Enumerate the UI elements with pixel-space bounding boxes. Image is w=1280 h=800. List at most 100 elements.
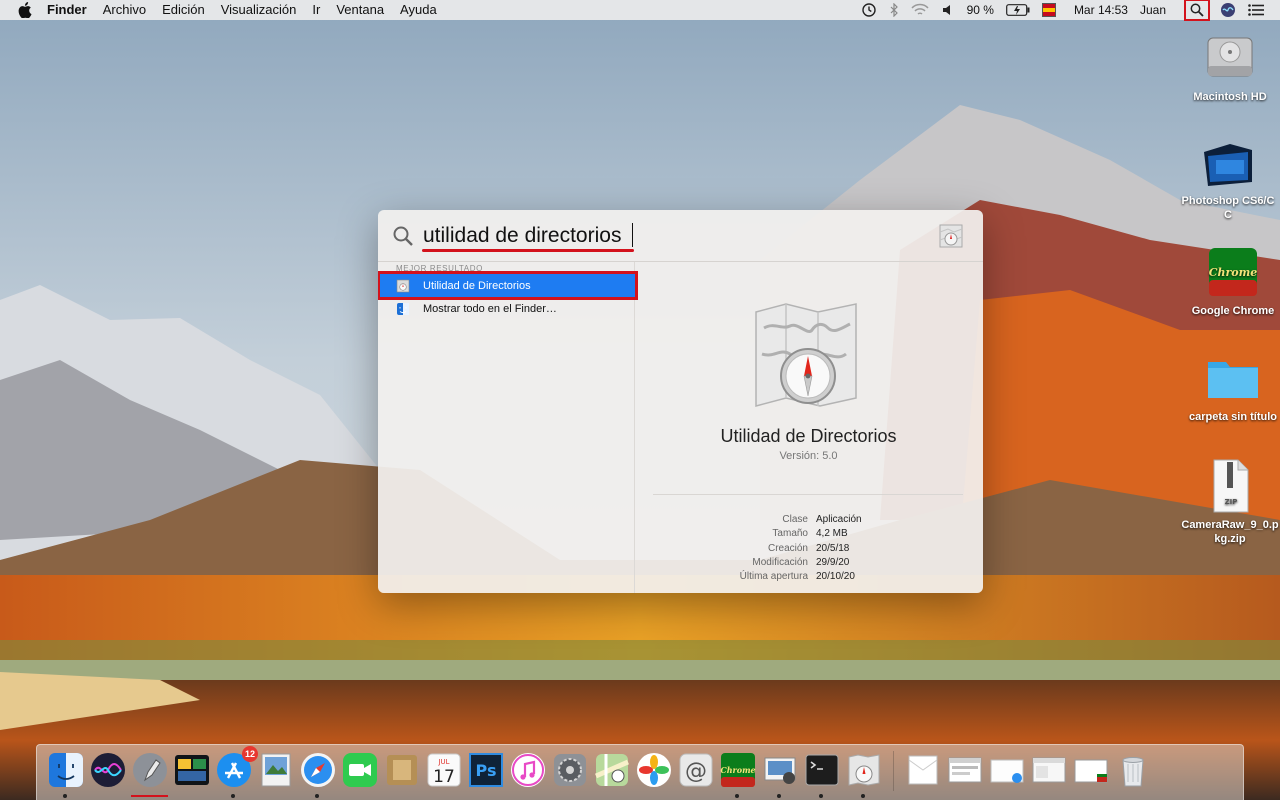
desktop-icon-photoshop[interactable]: Photoshop CS6/CC — [1178, 134, 1278, 222]
dock-siri[interactable] — [89, 751, 126, 788]
dock-image-capture[interactable] — [761, 751, 798, 798]
chrome-dock-text: Chrome — [720, 765, 755, 775]
finder-icon — [48, 752, 83, 787]
siri-icon[interactable] — [1214, 0, 1242, 20]
menu-edicion[interactable]: Edición — [154, 0, 213, 20]
running-indicator — [231, 794, 235, 798]
dock-notefile[interactable] — [383, 751, 420, 788]
metadata-row-tamano: Tamaño 4,2 MB — [635, 527, 982, 541]
mail-icon: @ — [679, 753, 712, 786]
dock-screens[interactable] — [173, 751, 210, 788]
directory-utility-icon — [848, 753, 879, 786]
metadata-row-clase: Clase Aplicación — [635, 513, 982, 527]
metadata-key: Creación — [767, 542, 808, 554]
dock-facetime[interactable] — [341, 751, 378, 788]
spotlight-search-input[interactable] — [423, 220, 843, 251]
metadata-key: Tamaño — [772, 528, 808, 540]
trash-icon — [1121, 756, 1144, 786]
dock-trash[interactable] — [1114, 751, 1151, 788]
dock-app-store[interactable]: 12 — [215, 746, 258, 798]
clock[interactable]: Mar 14:53 — [1068, 0, 1134, 20]
preview-app-version: Versión: 5.0 — [779, 450, 838, 462]
metadata-row-modificacion: Modificación 29/9/20 — [635, 556, 982, 570]
desktop-icon-label: Google Chrome — [1191, 305, 1275, 317]
dock-photoshop[interactable]: Ps — [467, 751, 504, 788]
photos-icon — [636, 752, 671, 787]
metadata-value: 29/9/20 — [816, 556, 850, 568]
itunes-icon — [510, 752, 545, 787]
volume-icon[interactable] — [935, 0, 961, 20]
metadata-row-ultima-apertura: Última apertura 20/10/20 — [635, 570, 982, 584]
document-icon — [908, 755, 937, 784]
dock-chrome[interactable]: Chrome — [719, 751, 756, 798]
menu-visualizacion[interactable]: Visualización — [213, 0, 305, 20]
safari-icon — [300, 752, 335, 787]
desktop-icon-zip[interactable]: ZIP CameraRaw_9_0.pkg.zip — [1180, 458, 1280, 546]
dock-window-1[interactable] — [1030, 751, 1067, 788]
result-label: Utilidad de Directorios — [423, 279, 531, 292]
dock-document-2[interactable] — [988, 751, 1025, 788]
bluetooth-icon[interactable] — [883, 0, 905, 20]
dock-mail[interactable]: @ — [677, 751, 714, 788]
dock-calendar[interactable]: JUL 17 — [425, 751, 462, 788]
result-label: Mostrar todo en el Finder… — [423, 302, 557, 315]
user-name[interactable]: Juan — [1134, 0, 1172, 20]
menu-app-finder[interactable]: Finder — [47, 0, 95, 20]
calendar-day: 17 — [433, 767, 455, 787]
preview-divider — [653, 494, 963, 495]
apple-menu-icon[interactable] — [17, 2, 33, 18]
preview-icon — [261, 753, 290, 786]
spotlight-icon[interactable] — [1184, 0, 1210, 21]
metadata-value: 20/10/20 — [816, 571, 855, 583]
metadata-key: Última apertura — [739, 571, 808, 583]
battery-icon[interactable] — [1000, 0, 1036, 20]
desktop-icon-google-chrome[interactable]: Chrome Google Chrome — [1183, 244, 1280, 318]
menu-archivo[interactable]: Archivo — [95, 0, 154, 20]
facetime-icon — [342, 752, 377, 787]
dock-finder[interactable] — [47, 751, 84, 798]
metadata-value: 20/5/18 — [816, 542, 850, 554]
result-show-all-in-finder[interactable]: Mostrar todo en el Finder… — [378, 297, 634, 320]
dock-photos[interactable] — [635, 751, 672, 788]
menu-ventana[interactable]: Ventana — [328, 0, 392, 20]
dock-maps[interactable] — [593, 751, 630, 788]
metadata-row-creacion: Creación 20/5/18 — [635, 542, 982, 556]
wifi-icon[interactable] — [905, 0, 935, 20]
system-preferences-icon — [553, 753, 586, 786]
dock-safari[interactable] — [299, 751, 336, 798]
chrome-icon: Chrome — [1205, 244, 1261, 300]
directory-utility-icon — [755, 303, 857, 407]
terminal-icon — [805, 754, 838, 785]
spotlight-search-bar — [378, 210, 983, 262]
folder-icon — [1205, 350, 1261, 406]
menu-ir[interactable]: Ir — [304, 0, 328, 20]
desktop-icon-folder[interactable]: carpeta sin título — [1183, 350, 1280, 424]
dock-terminal[interactable] — [803, 751, 840, 798]
svg-text:@: @ — [685, 759, 707, 784]
dock-preview[interactable] — [257, 751, 294, 788]
running-indicator — [819, 794, 823, 798]
directory-utility-icon — [939, 224, 963, 248]
input-source-flag-icon[interactable] — [1036, 0, 1062, 20]
notification-center-icon[interactable] — [1242, 0, 1270, 20]
dock-system-preferences[interactable] — [551, 751, 588, 788]
dock-directory-utility[interactable] — [845, 751, 882, 798]
battery-percentage: 90 % — [966, 3, 994, 17]
dock-window-2[interactable] — [1072, 751, 1109, 788]
result-utilidad-de-directorios[interactable]: Utilidad de Directorios — [378, 271, 638, 300]
metadata-key: Modificación — [752, 556, 808, 568]
menu-ayuda[interactable]: Ayuda — [392, 0, 445, 20]
maps-icon — [594, 753, 629, 786]
desktop-icon-macintosh-hd[interactable]: Macintosh HD — [1180, 30, 1280, 104]
preview-metadata: Clase Aplicación Tamaño 4,2 MB Creación … — [635, 513, 982, 584]
chrome-icon-text: Chrome — [1209, 266, 1258, 279]
time-machine-icon[interactable] — [855, 0, 883, 20]
running-indicator — [315, 794, 319, 798]
dock-itunes[interactable] — [509, 751, 546, 788]
calendar-icon: JUL17 — [427, 753, 460, 787]
running-indicator — [735, 794, 739, 798]
dock-browser-window[interactable] — [946, 751, 983, 788]
search-icon — [393, 226, 413, 246]
dock-launchpad[interactable] — [131, 751, 168, 797]
dock-document-1[interactable] — [904, 751, 941, 788]
